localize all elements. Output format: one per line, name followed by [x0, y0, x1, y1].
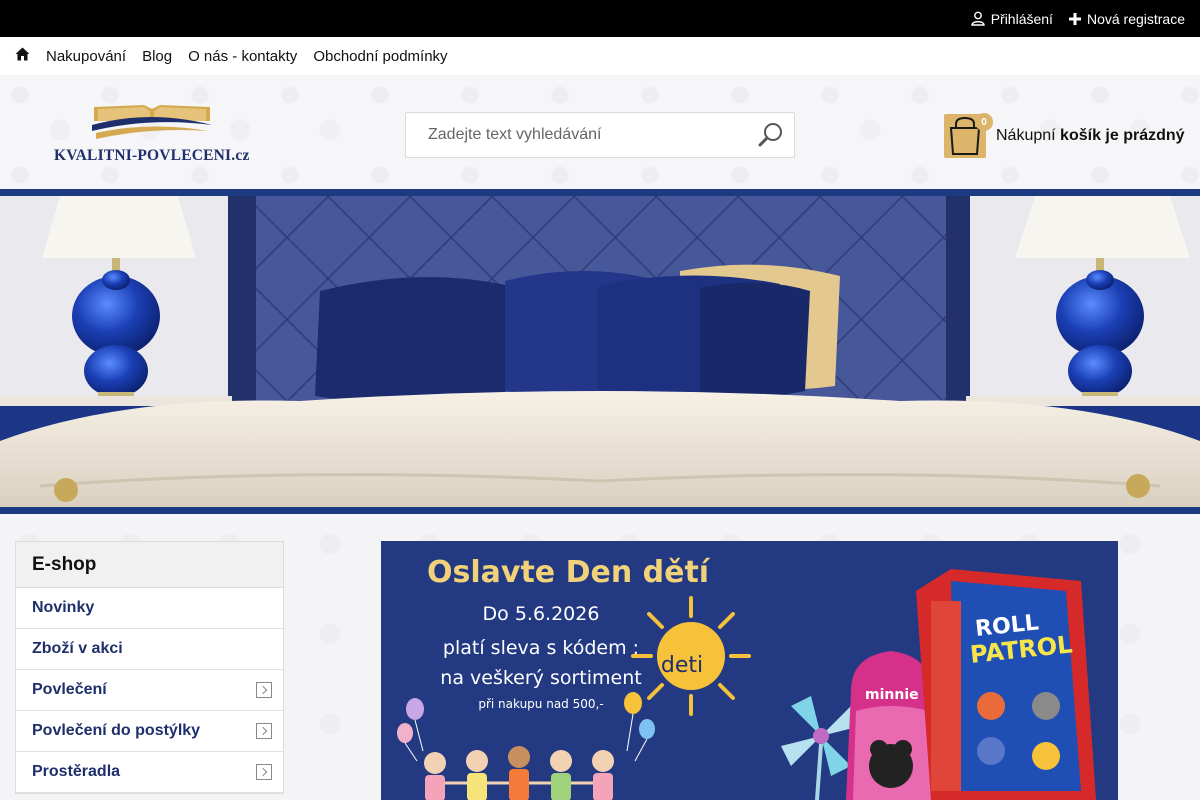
search-icon[interactable]	[758, 122, 784, 148]
home-icon[interactable]	[15, 47, 30, 65]
sidebar-item-label: Povlečení	[32, 681, 107, 698]
sidebar-item-povleceni[interactable]: Povlečení	[16, 670, 283, 711]
logo-book-icon	[92, 105, 212, 139]
search-input[interactable]	[406, 113, 746, 157]
sidebar-item-prosteradla[interactable]: Prostěradla	[16, 752, 283, 793]
plus-icon	[1068, 12, 1081, 25]
hero-banner	[0, 189, 1200, 514]
products-illustration: minnie ROLL PATROL	[781, 569, 1096, 800]
backpack-logo: minnie	[865, 687, 919, 703]
eshop-sidebar: E-shop Novinky Zboží v akci Povlečení Po…	[15, 541, 284, 794]
nav-item-o-nas-kontakty[interactable]: O nás - kontakty	[188, 48, 297, 65]
register-link[interactable]: Nová registrace	[1068, 10, 1185, 27]
cart-count-badge: 0	[975, 113, 993, 131]
register-label: Nová registrace	[1086, 10, 1185, 27]
cart-status-text: Nákupní košík je prázdný	[996, 127, 1185, 145]
expand-arrow-icon[interactable]	[256, 682, 272, 698]
account-links: Přihlášení Nová registrace	[970, 0, 1185, 37]
expand-arrow-icon[interactable]	[256, 764, 272, 780]
promo-scope-line: na veškerý sortiment	[440, 667, 642, 689]
promo-code-line: platí sleva s kódem :	[442, 637, 640, 659]
top-bar: Přihlášení Nová registrace	[0, 0, 1200, 37]
login-link[interactable]: Přihlášení	[970, 10, 1053, 27]
site-logo[interactable]: KVALITNI-POVLECENI.cz	[54, 103, 250, 167]
sidebar-item-label: Zboží v akci	[32, 640, 123, 657]
logo-text: KVALITNI-POVLECENI.cz	[54, 147, 250, 164]
hero-image[interactable]	[0, 196, 1200, 507]
nav-item-obchodni-podminky[interactable]: Obchodní podmínky	[313, 48, 447, 65]
promo-headline: Oslavte Den dětí	[427, 555, 710, 590]
cart-status: košík je prázdný	[1060, 127, 1185, 144]
sidebar-item-povleceni-do-postylky[interactable]: Povlečení do postýlky	[16, 711, 283, 752]
site-header: KVALITNI-POVLECENI.cz 0 Nákupní košík je…	[0, 75, 1200, 189]
bedroom-illustration	[0, 196, 1200, 507]
sidebar-item-novinky[interactable]: Novinky	[16, 588, 283, 629]
cart-widget[interactable]: 0 Nákupní košík je prázdný	[944, 113, 1185, 158]
user-icon	[970, 11, 985, 26]
search-box	[405, 112, 795, 158]
nav-item-nakupovani[interactable]: Nakupování	[46, 48, 126, 65]
login-label: Přihlášení	[990, 10, 1053, 27]
sidebar-title: E-shop	[16, 542, 283, 588]
sidebar-item-label: Prostěradla	[32, 763, 121, 780]
promo-banner[interactable]: deti Oslavte Den dětí Do 5.6.2026 platí …	[381, 541, 1118, 800]
main-nav: Nakupování Blog O nás - kontakty Obchodn…	[0, 37, 1200, 75]
cart-bag-icon: 0	[944, 113, 993, 158]
expand-arrow-icon[interactable]	[256, 723, 272, 739]
sidebar-item-zbozi-v-akci[interactable]: Zboží v akci	[16, 629, 283, 670]
nav-item-blog[interactable]: Blog	[142, 48, 172, 65]
sidebar-item-label: Novinky	[32, 599, 95, 616]
children-illustration	[397, 692, 655, 800]
sidebar-item-label: Povlečení do postýlky	[32, 722, 201, 739]
cart-label: Nákupní	[996, 127, 1056, 144]
promo-date-line: Do 5.6.2026	[482, 603, 600, 625]
content-area: E-shop Novinky Zboží v akci Povlečení Po…	[0, 514, 1200, 800]
